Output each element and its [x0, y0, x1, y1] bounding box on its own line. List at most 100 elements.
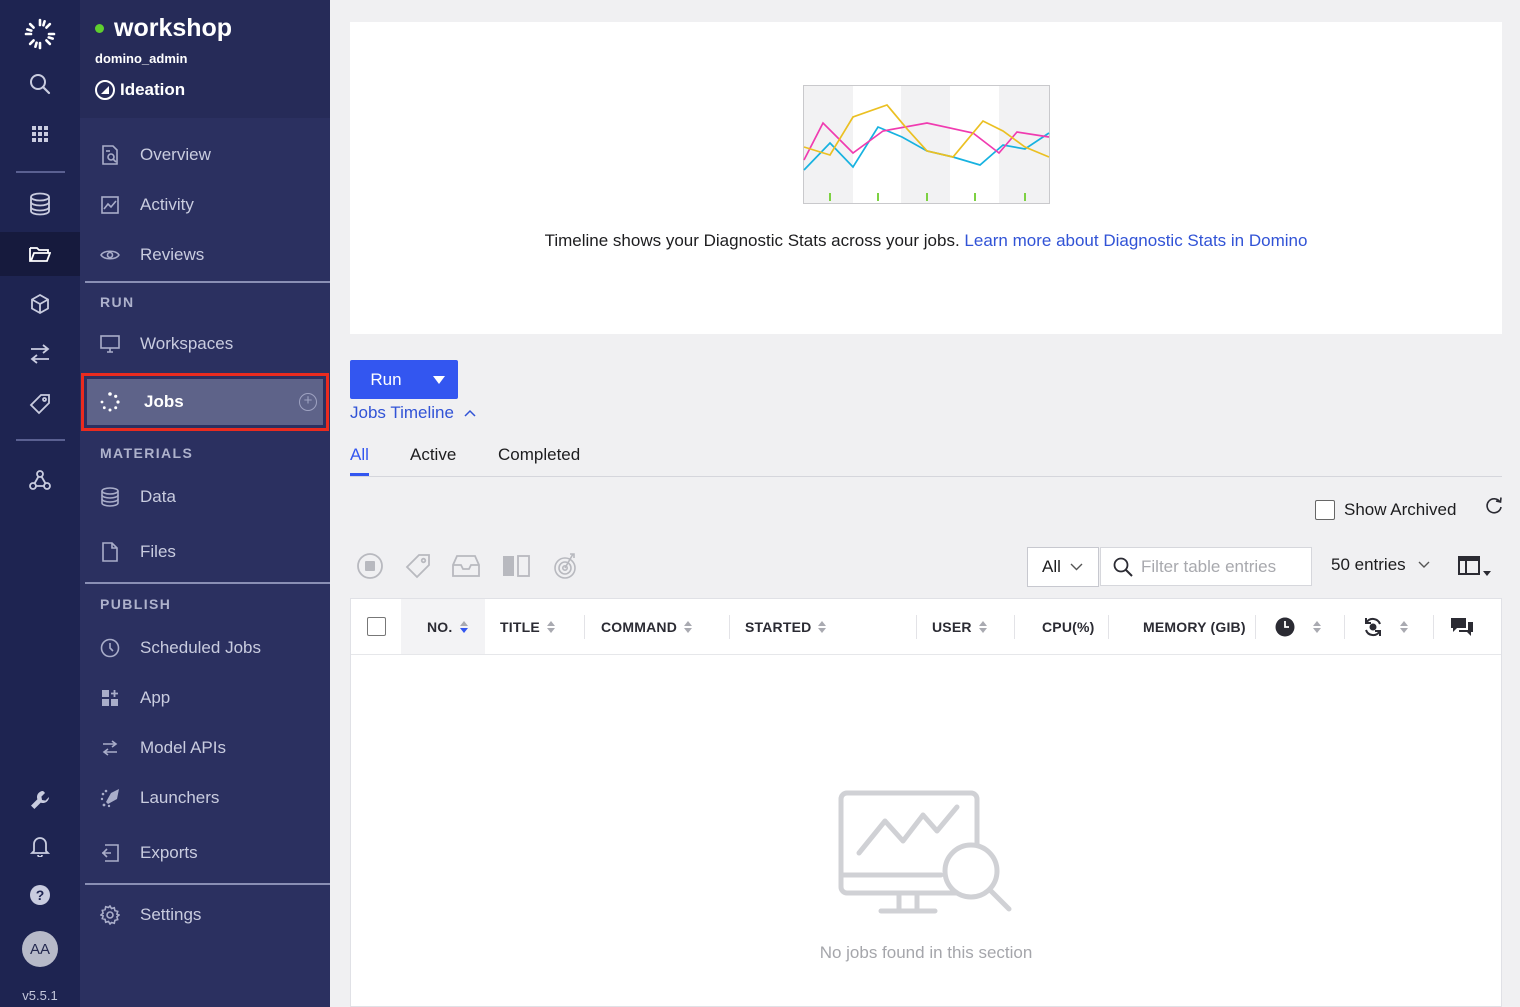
refresh-icon[interactable] — [1484, 496, 1504, 516]
project-stage[interactable]: Ideation — [95, 80, 185, 100]
entries-per-page-select[interactable]: 50 entries — [1331, 555, 1430, 575]
sidebar-item-overview[interactable]: Overview — [80, 135, 330, 175]
project-owner[interactable]: domino_admin — [95, 51, 187, 66]
bell-icon[interactable] — [20, 826, 60, 866]
learn-more-link[interactable]: Learn more about Diagnostic Stats in Dom… — [964, 231, 1307, 250]
search-icon[interactable] — [20, 64, 60, 104]
column-header-comments[interactable] — [1449, 599, 1475, 654]
project-header: workshop domino_admin Ideation — [80, 0, 330, 118]
no-data-illustration — [838, 790, 1012, 914]
jobs-timeline-toggle[interactable]: Jobs Timeline — [350, 403, 476, 423]
column-header-command[interactable]: COMMAND — [601, 599, 693, 654]
overview-icon — [100, 145, 120, 165]
sort-icon — [978, 620, 987, 633]
column-header-user[interactable]: USER — [932, 599, 987, 654]
empty-state-message: No jobs found in this section — [819, 943, 1033, 962]
add-job-icon[interactable]: + — [299, 393, 317, 411]
sort-icon — [684, 620, 693, 633]
swap-icon — [100, 738, 120, 758]
tag-icon[interactable] — [20, 384, 60, 424]
export-icon — [100, 843, 120, 863]
column-header-memory[interactable]: MEMORY (GIB) — [1143, 599, 1246, 654]
filter-input[interactable] — [1141, 556, 1311, 577]
run-dropdown-caret-icon[interactable] — [433, 375, 445, 384]
help-icon[interactable]: ? — [20, 875, 60, 915]
section-materials: MATERIALS — [100, 445, 194, 461]
column-separator — [1433, 615, 1434, 639]
wrench-icon[interactable] — [20, 780, 60, 820]
column-header-status[interactable] — [1362, 599, 1408, 654]
activity-icon — [100, 195, 120, 215]
sidebar-item-launchers[interactable]: Launchers — [80, 778, 330, 818]
version-label: v5.5.1 — [22, 988, 58, 1003]
sidebar-item-exports[interactable]: Exports — [80, 833, 330, 873]
svg-text:?: ? — [36, 887, 45, 903]
swap-icon[interactable] — [20, 334, 60, 374]
tag-icon[interactable] — [402, 550, 434, 582]
column-separator — [584, 615, 585, 639]
show-archived-toggle[interactable]: Show Archived — [1315, 500, 1456, 520]
eye-icon — [100, 245, 120, 265]
sidebar-item-workspaces[interactable]: Workspaces — [80, 324, 330, 364]
jobs-timeline-panel: Timeline shows your Diagnostic Stats acr… — [350, 22, 1502, 334]
sidebar-item-data[interactable]: Data — [80, 477, 330, 517]
jobs-table: NO. TITLE COMMAND STARTED USER CPU(%) ME… — [350, 598, 1502, 1007]
compare-icon[interactable] — [500, 550, 532, 582]
column-header-duration[interactable] — [1275, 599, 1321, 654]
launcher-icon — [100, 788, 120, 808]
table-header: NO. TITLE COMMAND STARTED USER CPU(%) ME… — [351, 599, 1501, 655]
column-header-no[interactable]: NO. — [401, 599, 485, 654]
folder-icon[interactable] — [0, 232, 80, 276]
sidebar-item-activity[interactable]: Activity — [80, 185, 330, 225]
column-separator — [916, 615, 917, 639]
grid-icon[interactable] — [20, 114, 60, 154]
timeline-illustration — [803, 85, 1050, 204]
database-icon — [100, 487, 120, 507]
column-separator — [1108, 615, 1109, 639]
archive-icon[interactable] — [450, 550, 482, 582]
sidebar-divider — [85, 281, 330, 283]
clock-icon — [100, 638, 120, 658]
column-header-title[interactable]: TITLE — [500, 599, 555, 654]
project-name[interactable]: workshop — [95, 14, 232, 43]
filter-table-search[interactable] — [1100, 547, 1312, 586]
database-icon[interactable] — [20, 184, 60, 224]
sidebar-item-app[interactable]: App — [80, 678, 330, 718]
run-button[interactable]: Run — [350, 360, 458, 399]
chevron-down-icon — [1070, 563, 1083, 571]
sidebar-item-reviews[interactable]: Reviews — [80, 235, 330, 275]
sort-icon — [1313, 620, 1321, 633]
section-run: RUN — [100, 294, 135, 310]
avatar[interactable]: AA — [22, 931, 58, 967]
clock-icon — [1275, 617, 1295, 636]
gear-icon — [100, 905, 120, 925]
column-separator — [1014, 615, 1015, 639]
sidebar-divider — [85, 582, 330, 584]
sidebar-item-files[interactable]: Files — [80, 532, 330, 572]
sidebar-item-model-apis[interactable]: Model APIs — [80, 728, 330, 768]
sidebar-item-scheduled-jobs[interactable]: Scheduled Jobs — [80, 628, 330, 668]
show-archived-checkbox[interactable] — [1315, 500, 1335, 520]
monitor-icon — [100, 334, 120, 354]
column-settings-button[interactable] — [1458, 555, 1492, 577]
status-filter-select[interactable]: All — [1027, 547, 1099, 587]
tab-active[interactable]: Active — [410, 445, 456, 476]
network-icon[interactable] — [20, 460, 60, 500]
column-header-cpu[interactable]: CPU(%) — [1042, 599, 1095, 654]
tab-completed[interactable]: Completed — [498, 445, 580, 476]
select-all-checkbox[interactable] — [367, 617, 386, 636]
column-separator — [1344, 615, 1345, 639]
stop-icon[interactable] — [354, 550, 386, 582]
cube-icon[interactable] — [20, 284, 60, 324]
project-sidebar: workshop domino_admin Ideation Overview … — [80, 0, 330, 1007]
comments-icon — [1451, 617, 1473, 636]
sidebar-item-jobs[interactable]: Jobs + — [87, 379, 323, 425]
sidebar-item-settings[interactable]: Settings — [80, 895, 330, 935]
columns-icon — [1458, 556, 1480, 575]
column-header-started[interactable]: STARTED — [745, 599, 827, 654]
tab-all[interactable]: All — [350, 445, 369, 476]
caret-down-icon — [1483, 571, 1491, 576]
goal-icon[interactable] — [550, 550, 582, 582]
domino-logo-icon[interactable] — [20, 14, 60, 54]
rail-divider — [16, 439, 65, 441]
